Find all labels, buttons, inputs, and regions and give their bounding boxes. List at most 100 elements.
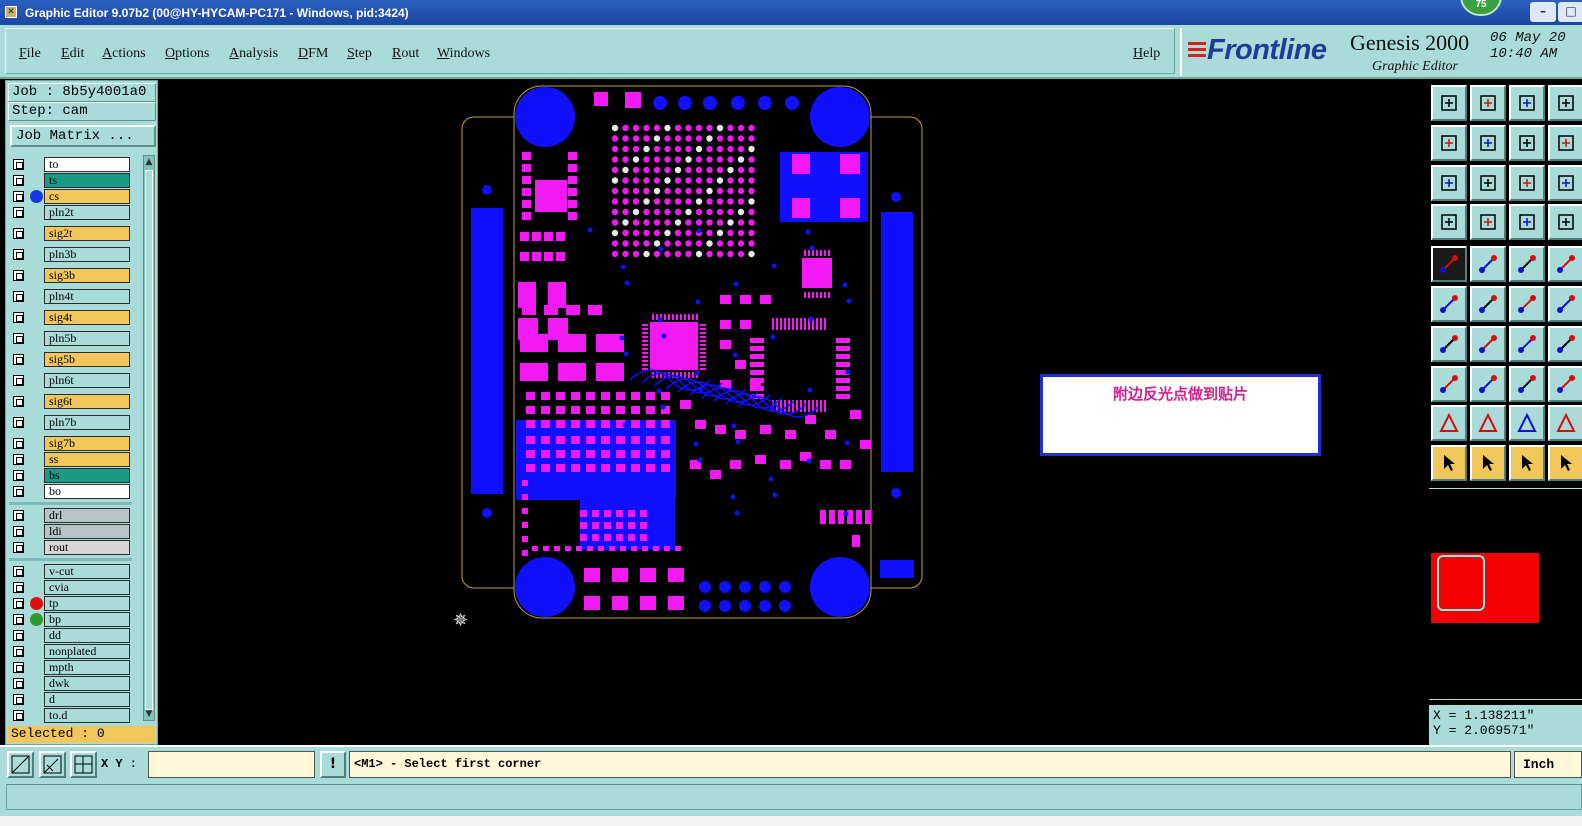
ruler-tool-button[interactable]	[1509, 246, 1545, 282]
layer-row-bo[interactable]: bo	[9, 484, 132, 499]
layer-row-dd[interactable]: dd	[9, 628, 132, 643]
layer-name[interactable]: cs	[44, 189, 130, 204]
layer-row-ss[interactable]: ss	[9, 452, 132, 467]
layer-checkbox[interactable]	[13, 228, 24, 239]
layer-row-sig6t[interactable]: sig6t	[9, 394, 132, 409]
maximize-button[interactable]: □	[1558, 2, 1582, 22]
layer-row-sig5b[interactable]: sig5b	[9, 352, 132, 367]
layer-row-cs[interactable]: cs	[9, 189, 132, 204]
minimap-view-frame[interactable]	[1437, 555, 1485, 611]
triangle-tool-button[interactable]	[1431, 405, 1467, 441]
layer-name[interactable]: ts	[44, 173, 130, 188]
layer-name[interactable]: dd	[44, 628, 130, 643]
scroll-down-icon[interactable]: ▼	[144, 708, 154, 720]
layer-row-pln7b[interactable]: pln7b	[9, 415, 132, 430]
layer-row-v-cut[interactable]: v-cut	[9, 564, 132, 579]
layer-row-cvia[interactable]: cvia	[9, 580, 132, 595]
layer-checkbox[interactable]	[13, 710, 24, 721]
layer-row-drl[interactable]: drl	[9, 508, 132, 523]
layer-name[interactable]: cvia	[44, 580, 130, 595]
trace-tool-button[interactable]	[1548, 326, 1582, 362]
layer-checkbox[interactable]	[13, 646, 24, 657]
menu-actions[interactable]: Actions	[102, 46, 146, 62]
layer-row-nonplated[interactable]: nonplated	[9, 644, 132, 659]
layer-checkbox[interactable]	[13, 354, 24, 365]
connect-tool-button[interactable]	[1431, 286, 1467, 322]
layer-row-bs[interactable]: bs	[9, 468, 132, 483]
layer-checkbox[interactable]	[13, 159, 24, 170]
xy-input[interactable]	[148, 751, 315, 778]
layer-row-ts[interactable]: ts	[9, 173, 132, 188]
measure-mode-button[interactable]	[39, 751, 66, 778]
layer-name[interactable]: drl	[44, 508, 130, 523]
layer-row-pln4t[interactable]: pln4t	[9, 289, 132, 304]
scroll-thumb[interactable]	[145, 170, 153, 710]
layer-name[interactable]: sig7b	[44, 436, 130, 451]
layer-checkbox[interactable]	[13, 678, 24, 689]
grid-mode-button[interactable]	[70, 751, 97, 778]
menu-edit[interactable]: Edit	[61, 46, 84, 62]
menu-windows[interactable]: Windows	[437, 46, 490, 62]
layer-checkbox[interactable]	[13, 207, 24, 218]
layer-name[interactable]: dwk	[44, 676, 130, 691]
move-tool-button[interactable]	[1431, 366, 1467, 402]
layer-row-sig3b[interactable]: sig3b	[9, 268, 132, 283]
layer-row-tp[interactable]: tp	[9, 596, 132, 611]
house-tool-button[interactable]	[1509, 85, 1545, 121]
layer-checkbox[interactable]	[13, 630, 24, 641]
layer-checkbox[interactable]	[13, 438, 24, 449]
cross-tool-button[interactable]	[1470, 286, 1506, 322]
layer-name[interactable]: bp	[44, 612, 130, 627]
layer-name[interactable]: sig4t	[44, 310, 130, 325]
layer-name[interactable]: mpth	[44, 660, 130, 675]
zoom-tool-button[interactable]	[1470, 165, 1506, 201]
menu-step[interactable]: Step	[347, 46, 372, 62]
layer-name[interactable]: nonplated	[44, 644, 130, 659]
layer-checkbox[interactable]	[13, 249, 24, 260]
layer-checkbox[interactable]	[13, 542, 24, 553]
layer-name[interactable]: pln3b	[44, 247, 130, 262]
layer-name[interactable]: to	[44, 157, 130, 172]
layer-name[interactable]: ldi	[44, 524, 130, 539]
layer-row-to.d[interactable]: to.d	[9, 708, 132, 723]
settings-tool-button[interactable]	[1431, 204, 1467, 240]
delta-tool-button[interactable]	[1470, 405, 1506, 441]
graphic-canvas[interactable]: ✵ 附边反光点做到贴片	[160, 80, 1427, 745]
menu-analysis[interactable]: Analysis	[229, 46, 278, 62]
layer-row-pln3b[interactable]: pln3b	[9, 247, 132, 262]
job-matrix-button[interactable]: Job Matrix ...	[10, 125, 156, 147]
layer-row-sig4t[interactable]: sig4t	[9, 310, 132, 325]
layer-checkbox[interactable]	[13, 510, 24, 521]
layer-row-sig2t[interactable]: sig2t	[9, 226, 132, 241]
node-tool-button[interactable]	[1509, 286, 1545, 322]
probe-tool-button[interactable]	[1470, 204, 1506, 240]
layer-name[interactable]: rout	[44, 540, 130, 555]
mini-map[interactable]	[1429, 488, 1582, 700]
layer-row-pln5b[interactable]: pln5b	[9, 331, 132, 346]
layer-checkbox[interactable]	[13, 582, 24, 593]
layer-name[interactable]: v-cut	[44, 564, 130, 579]
layer-checkbox[interactable]	[13, 175, 24, 186]
layer-name[interactable]: sig5b	[44, 352, 130, 367]
scale-tool-button[interactable]	[1509, 165, 1545, 201]
layer-checkbox[interactable]	[13, 694, 24, 705]
layer-list-scrollbar[interactable]: ▲ ▼	[143, 155, 155, 721]
alert-button[interactable]: !	[320, 751, 346, 778]
layer-name[interactable]: bs	[44, 468, 130, 483]
arc-tool-button[interactable]	[1509, 326, 1545, 362]
link-tool-button[interactable]	[1548, 286, 1582, 322]
swap-tool-button[interactable]	[1509, 125, 1545, 161]
net-tool-button[interactable]	[1548, 204, 1582, 240]
align-tool-button[interactable]	[1509, 366, 1545, 402]
layer-name[interactable]: sig6t	[44, 394, 130, 409]
zoom-box-tool-button[interactable]	[1548, 165, 1582, 201]
select-box-tool-button[interactable]	[1470, 445, 1506, 481]
menu-rout[interactable]: Rout	[392, 46, 419, 62]
arch-tool-button[interactable]	[1509, 405, 1545, 441]
home-tool-button[interactable]	[1431, 85, 1467, 121]
dash-tool-button[interactable]	[1470, 366, 1506, 402]
scroll-up-icon[interactable]: ▲	[144, 156, 154, 168]
layer-checkbox[interactable]	[13, 662, 24, 673]
layer-checkbox[interactable]	[13, 526, 24, 537]
layer-row-d[interactable]: d	[9, 692, 132, 707]
